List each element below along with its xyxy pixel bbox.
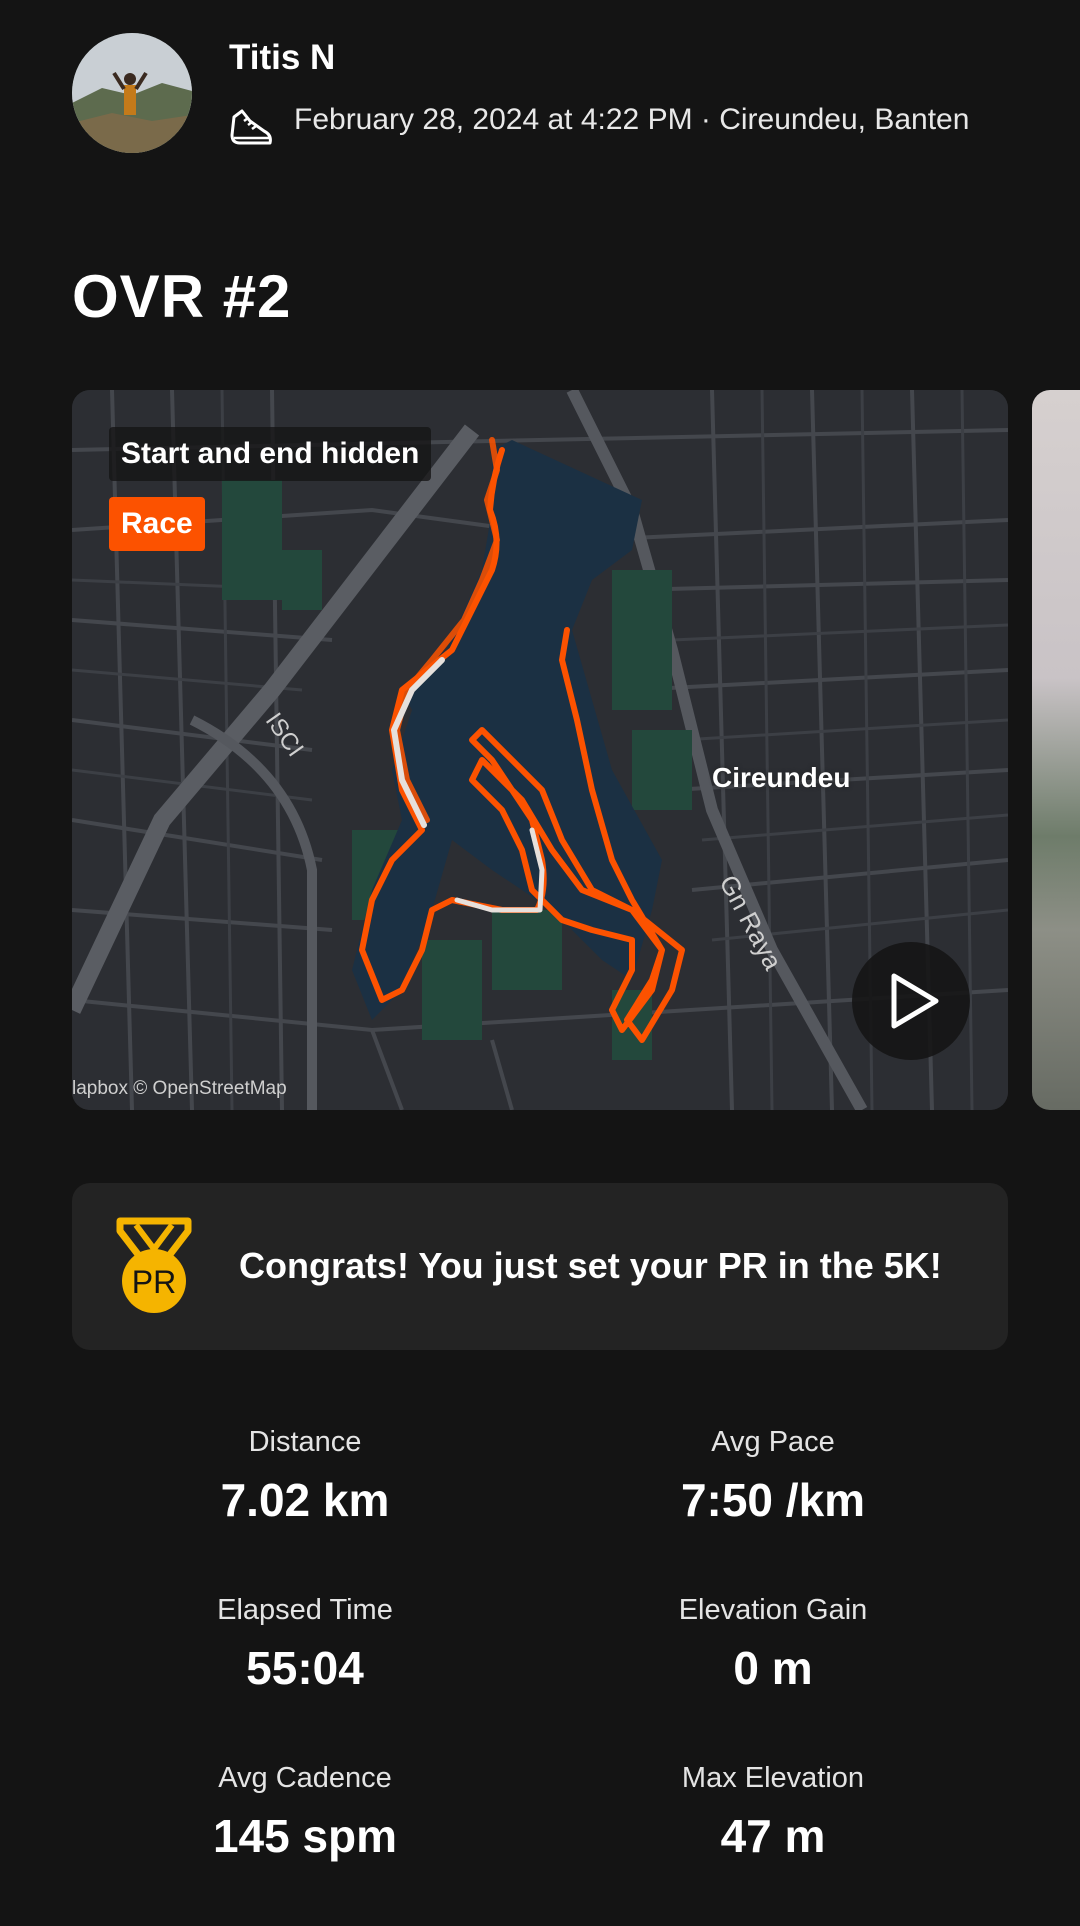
stat-label: Distance (248, 1426, 362, 1458)
author-name[interactable]: Titis N (229, 38, 335, 78)
activity-photo-thumbnail[interactable] (1032, 390, 1080, 1110)
pr-achievement-card[interactable]: PR Congrats! You just set your PR in the… (72, 1183, 1008, 1350)
stat-elapsed-time: Elapsed Time 55:04 (85, 1594, 525, 1695)
stat-label: Avg Pace (711, 1426, 835, 1458)
activity-date-location: February 28, 2024 at 4:22 PM · Cireundeu… (294, 103, 970, 136)
stat-avg-cadence: Avg Cadence 145 spm (85, 1762, 525, 1863)
stat-value: 47 m (720, 1810, 826, 1862)
stat-avg-pace: Avg Pace 7:50 /km (553, 1426, 993, 1527)
stat-value: 145 spm (212, 1810, 398, 1862)
map-place-label: Cireundeu (712, 762, 851, 793)
pr-medal-text: PR (132, 1264, 176, 1300)
stat-value: 7:50 /km (680, 1474, 866, 1526)
route-map[interactable]: ISCI Gn Raya Cireundeu Start and end hid… (72, 390, 1008, 1110)
stat-value: 0 m (733, 1642, 813, 1694)
avatar[interactable] (72, 33, 192, 153)
race-badge: Race (109, 497, 205, 551)
running-shoe-icon (230, 109, 272, 145)
stat-distance: Distance 7.02 km (85, 1426, 525, 1527)
pr-medal-icon: PR (116, 1217, 192, 1313)
stat-elevation-gain: Elevation Gain 0 m (553, 1594, 993, 1695)
map-attribution[interactable]: lapbox © OpenStreetMap (72, 1078, 287, 1100)
activity-detail-page: Titis N February 28, 2024 at 4:22 PM · C… (0, 0, 1080, 1926)
avatar-photo (72, 33, 192, 153)
stat-label: Max Elevation (681, 1762, 865, 1794)
play-icon (891, 973, 939, 1029)
stat-max-elevation: Max Elevation 47 m (553, 1762, 993, 1863)
privacy-badge: Start and end hidden (109, 427, 432, 481)
pr-message: Congrats! You just set your PR in the 5K… (239, 1245, 942, 1286)
activity-title: OVR #2 (72, 263, 292, 330)
play-flyover-button[interactable] (852, 942, 970, 1060)
stat-label: Avg Cadence (218, 1762, 392, 1794)
stat-value: 55:04 (246, 1642, 364, 1694)
stat-label: Elapsed Time (217, 1594, 393, 1626)
stat-value: 7.02 km (220, 1474, 390, 1526)
stat-label: Elevation Gain (678, 1594, 868, 1626)
